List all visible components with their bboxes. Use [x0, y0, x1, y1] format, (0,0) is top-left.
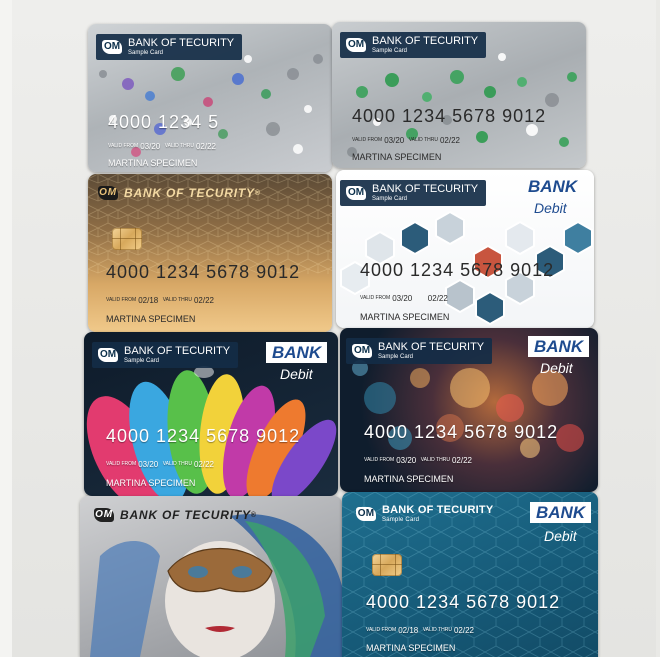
bank-logo-icon: OM — [94, 508, 114, 522]
card-holder: MARTINA SPECIMEN — [364, 474, 454, 484]
bank-logo-icon: OM — [352, 344, 372, 358]
card-water-drops-left: OM BANK OF TECURITY Sample Card 4000 123… — [88, 24, 332, 172]
debit-label: Debit — [280, 366, 313, 382]
card-number: 4000 1234 5678 9012 — [366, 592, 561, 612]
valid-dates: VALID FROM 03/20 VALID THRU 02/22 — [106, 460, 214, 469]
valid-thru-label: VALID THRU — [162, 461, 192, 468]
card-holder: MARTINA SPECIMEN — [106, 478, 196, 488]
card-feathers: OM BANK OF TECURITY Sample Card BANK Deb… — [84, 332, 338, 496]
bank-logo-icon: OM — [98, 186, 118, 200]
debit-label: Debit — [544, 528, 577, 544]
valid-thru: 02/22 — [451, 456, 472, 465]
bank-name: BANK OF TECURITY — [128, 37, 235, 49]
valid-thru: 02/22 — [195, 142, 216, 151]
bank-wordmark: OM BANK OF TECURITY ® — [98, 186, 261, 200]
bank-name: BANK OF TECURITY — [124, 186, 255, 200]
card-holder: MARTINA SPECIMEN — [366, 643, 456, 653]
card-carnival-mask: OM BANK OF TECURITY ® — [80, 496, 342, 657]
trademark: ® — [250, 511, 257, 519]
bank-name: BANK OF TECURITY — [372, 183, 479, 195]
card-water-drops-right: OM BANK OF TECURITY Sample Card 4000 123… — [332, 22, 586, 168]
chip-icon — [112, 228, 142, 250]
valid-from: 03/20 — [392, 294, 413, 303]
valid-thru-label: VALID THRU — [420, 457, 450, 464]
brand-box: OM BANK OF TECURITY Sample Card — [96, 34, 243, 60]
bank-wordmark: OM BANK OF TECURITY ® — [94, 508, 257, 522]
valid-dates: VALID FROM 03/20 02/22 — [360, 294, 448, 303]
card-bokeh: OM BANK OF TECURITY Sample Card BANK Deb… — [340, 328, 598, 492]
valid-from-label: VALID FROM — [366, 627, 397, 634]
card-number: 4000 1234 5678 9012 — [106, 426, 301, 446]
valid-from-label: VALID FROM — [352, 137, 383, 144]
debit-label: Debit — [534, 200, 567, 216]
sample-card-label: Sample Card — [124, 358, 160, 364]
bank-name: BANK OF TECURITY — [378, 341, 485, 353]
valid-from: 02/18 — [398, 626, 419, 635]
valid-thru: 02/22 — [453, 626, 474, 635]
bank-badge: BANK — [528, 177, 578, 196]
valid-thru: 02/22 — [427, 294, 448, 303]
valid-dates: VALID FROM 03/20 VALID THRU 02/22 — [364, 456, 472, 465]
brand-box: OM BANK OF TECURITY Sample Card — [340, 32, 487, 58]
valid-dates: VALID FROM 02/18 VALID THRU 02/22 — [106, 296, 214, 305]
valid-from: 03/20 — [138, 460, 159, 469]
sample-card-label: Sample Card — [378, 354, 414, 360]
card-number: 4000 1234 5678 9012 — [352, 106, 547, 126]
bank-badge: BANK — [530, 502, 592, 523]
sample-card-label: Sample Card — [372, 196, 408, 202]
valid-dates: VALID FROM 03/20 VALID THRU 02/22 — [108, 142, 216, 151]
valid-thru-label: VALID THRU — [408, 137, 438, 144]
card-holder: MARTINA SPECIMEN — [106, 314, 196, 324]
valid-thru-label: VALID THRU — [162, 297, 192, 304]
sample-card-label: Sample Card — [128, 50, 164, 56]
valid-from: 03/20 — [384, 136, 405, 145]
brand-box: OM BANK OF TECURITY Sample Card — [346, 338, 493, 364]
card-holder: MARTINA SPECIMEN — [108, 158, 198, 168]
bank-logo-icon: OM — [346, 186, 366, 200]
card-holder: MARTINA SPECIMEN — [360, 312, 450, 322]
brand-box: OM BANK OF TECURITY Sample Card — [340, 180, 487, 206]
card-number: 4000 1234 5 — [108, 112, 220, 132]
valid-from-label: VALID FROM — [106, 297, 137, 304]
valid-from-label: VALID FROM — [106, 461, 137, 468]
valid-thru: 02/22 — [193, 296, 214, 305]
sample-card-label: Sample Card — [382, 517, 420, 523]
valid-dates: VALID FROM 02/18 VALID THRU 02/22 — [366, 626, 474, 635]
sample-card-label: Sample Card — [372, 48, 408, 54]
card-number: 4000 1234 5678 9012 — [106, 262, 301, 282]
valid-thru-label: VALID THRU — [422, 627, 452, 634]
bank-name: BANK OF TECURITY — [382, 504, 494, 516]
bank-name: BANK OF TECURITY — [124, 345, 231, 357]
valid-thru: 02/22 — [193, 460, 214, 469]
bank-logo-icon: OM — [346, 38, 366, 52]
card-number: 4000 1234 5678 9012 — [364, 422, 559, 442]
valid-thru-label: VALID THRU — [164, 143, 194, 150]
valid-from: 02/18 — [138, 296, 159, 305]
debit-label: Debit — [540, 360, 573, 376]
valid-thru: 02/22 — [439, 136, 460, 145]
card-hexagons: OM BANK OF TECURITY Sample Card BANK Deb… — [336, 170, 594, 328]
valid-from-label: VALID FROM — [360, 295, 391, 302]
card-number: 4000 1234 5678 9012 — [360, 260, 555, 280]
bank-logo-icon: OM — [102, 40, 122, 54]
bank-name: BANK OF TECURITY — [372, 35, 479, 47]
bank-badge: BANK — [266, 342, 328, 363]
card-teal-chip: OM BANK OF TECURITY Sample Card BANK Deb… — [342, 492, 598, 657]
trademark: ® — [254, 189, 261, 197]
valid-from: 03/20 — [396, 456, 417, 465]
card-gold-cubes: OM BANK OF TECURITY ® 4000 1234 5678 9012… — [88, 174, 332, 332]
bank-name: BANK OF TECURITY — [120, 508, 251, 522]
brand-box: OM BANK OF TECURITY Sample Card — [92, 342, 239, 368]
chip-icon — [372, 554, 402, 576]
card-holder: MARTINA SPECIMEN — [352, 152, 442, 162]
bank-badge: BANK — [528, 336, 590, 357]
valid-from-label: VALID FROM — [108, 143, 139, 150]
valid-from: 03/20 — [140, 142, 161, 151]
valid-dates: VALID FROM 03/20 VALID THRU 02/22 — [352, 136, 460, 145]
bank-logo-icon: OM — [98, 348, 118, 362]
brand-lockup: OM BANK OF TECURITY Sample Card — [356, 504, 493, 524]
valid-from-label: VALID FROM — [364, 457, 395, 464]
bank-logo-icon: OM — [356, 507, 376, 521]
